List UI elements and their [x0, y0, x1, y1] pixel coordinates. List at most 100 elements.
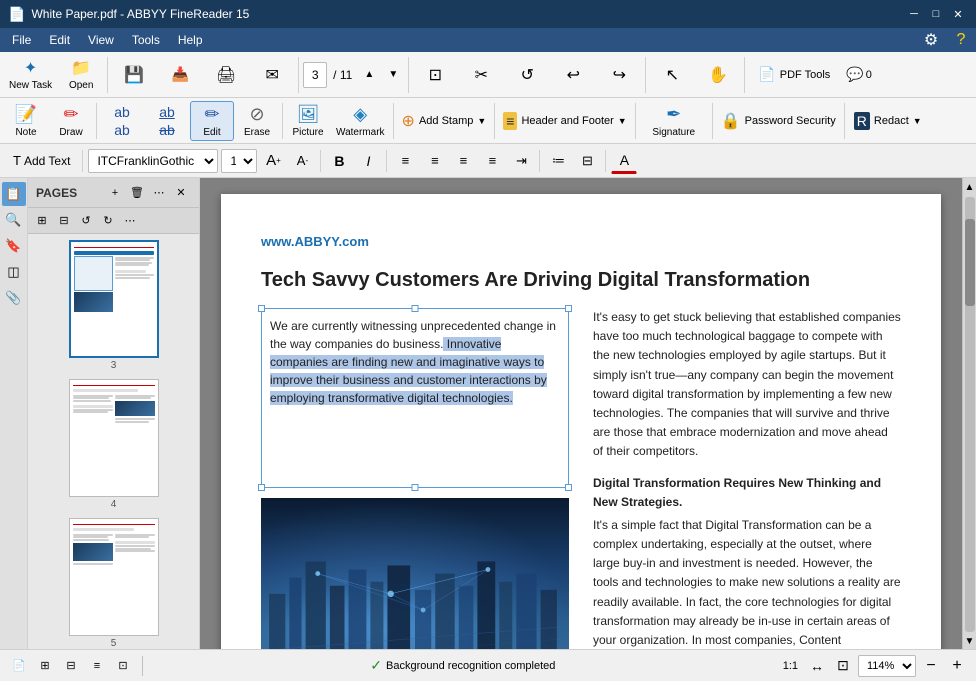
- scroll-up-button[interactable]: ▲: [963, 180, 976, 195]
- menu-view[interactable]: View: [80, 31, 122, 49]
- align-justify-button[interactable]: ≡: [479, 148, 505, 174]
- increase-font-button[interactable]: A+: [260, 148, 286, 174]
- open-button[interactable]: 📁 Open: [59, 55, 103, 95]
- sidebar-tool-3[interactable]: ↺: [76, 211, 96, 231]
- redo-button[interactable]: ↪: [597, 55, 641, 95]
- font-size-select[interactable]: 10: [221, 149, 257, 173]
- sidebar-tool-4[interactable]: ↻: [98, 211, 118, 231]
- text-format-2-button[interactable]: ab ab: [145, 101, 189, 141]
- watermark-icon: ◈: [353, 104, 367, 125]
- font-family-select[interactable]: ITCFranklinGothic: [88, 149, 218, 173]
- page-thumb-5[interactable]: 5: [32, 516, 195, 649]
- statusbar-icon-3[interactable]: ⊟: [60, 655, 82, 677]
- handle-bl[interactable]: [258, 484, 265, 491]
- sidebar-tool-2[interactable]: ⊟: [54, 211, 74, 231]
- handle-tr[interactable]: [565, 305, 572, 312]
- select-button[interactable]: ⊡: [413, 55, 457, 95]
- close-button[interactable]: ✕: [948, 4, 968, 24]
- decrease-font-button[interactable]: A-: [289, 148, 315, 174]
- handle-br[interactable]: [565, 484, 572, 491]
- menu-tools[interactable]: Tools: [124, 31, 168, 49]
- statusbar-icon-1[interactable]: 📄: [8, 655, 30, 677]
- undo-button[interactable]: ↩: [551, 55, 595, 95]
- search-icon[interactable]: 🔍: [2, 208, 26, 232]
- email-button[interactable]: ✉: [250, 55, 294, 95]
- minimize-button[interactable]: ─: [904, 4, 924, 24]
- erase-button[interactable]: ⊘ Erase: [235, 101, 279, 141]
- password-security-icon: 🔒: [721, 111, 741, 131]
- scroll-track[interactable]: [965, 197, 975, 632]
- numbered-list-button[interactable]: ⊟: [574, 148, 600, 174]
- redact-button[interactable]: R Redact ▼: [848, 101, 928, 141]
- sidebar-close-icon[interactable]: ✕: [171, 183, 191, 203]
- fit-width-icon[interactable]: ↔: [806, 655, 828, 677]
- statusbar-icon-2[interactable]: ⊞: [34, 655, 56, 677]
- sidebar-tool-more[interactable]: ⋯: [120, 211, 140, 231]
- handle-tl[interactable]: [258, 305, 265, 312]
- statusbar-icons: 📄 ⊞ ⊟ ≡ ⊡: [8, 655, 134, 677]
- text-format-1-button[interactable]: ab ab: [100, 101, 144, 141]
- align-left-button[interactable]: ≡: [392, 148, 418, 174]
- pdf-tools-button[interactable]: 📄 PDF Tools: [749, 55, 839, 95]
- save-as-button[interactable]: 📥: [158, 55, 202, 95]
- edit-button[interactable]: ✏ Edit: [190, 101, 234, 141]
- picture-button[interactable]: 🖼 Picture: [286, 101, 330, 141]
- menu-edit[interactable]: Edit: [41, 31, 78, 49]
- text-selection-box[interactable]: We are currently witnessing unprecedente…: [261, 308, 569, 488]
- page-thumb-4[interactable]: 4: [32, 377, 195, 512]
- page-thumb-3[interactable]: 3: [32, 238, 195, 373]
- scroll-down-button[interactable]: ▼: [963, 634, 976, 649]
- attachments-icon[interactable]: 📎: [2, 286, 26, 310]
- zoom-in-icon[interactable]: +: [946, 655, 968, 677]
- crop-button[interactable]: ✂: [459, 55, 503, 95]
- statusbar-icon-5[interactable]: ⊡: [112, 655, 134, 677]
- stamp-dropdown-icon: ▼: [477, 116, 486, 126]
- zoom-out-icon[interactable]: −: [920, 655, 942, 677]
- comments-button[interactable]: 💬 0: [841, 55, 877, 95]
- watermark-button[interactable]: ◈ Watermark: [331, 101, 390, 141]
- align-center-button[interactable]: ≡: [421, 148, 447, 174]
- add-stamp-button[interactable]: ⊕ Add Stamp ▼: [397, 101, 492, 141]
- note-button[interactable]: 📝 Note: [4, 101, 48, 141]
- sidebar-tool-1[interactable]: ⊞: [32, 211, 52, 231]
- fit-page-icon[interactable]: ⊡: [832, 655, 854, 677]
- add-text-button[interactable]: T Add Text: [6, 148, 77, 174]
- pages-icon[interactable]: 📋: [2, 182, 26, 206]
- handle-tm[interactable]: [412, 305, 419, 312]
- align-right-button[interactable]: ≡: [450, 148, 476, 174]
- bold-button[interactable]: B: [326, 148, 352, 174]
- indent-button[interactable]: ⇥: [508, 148, 534, 174]
- zoom-select[interactable]: 114%: [858, 655, 916, 677]
- hand-button[interactable]: ✋: [696, 55, 740, 95]
- maximize-button[interactable]: □: [926, 4, 946, 24]
- sidebar-more-icon[interactable]: ⋯: [149, 183, 169, 203]
- password-security-button[interactable]: 🔒 Password Security: [716, 101, 841, 141]
- layers-icon[interactable]: ◫: [2, 260, 26, 284]
- cursor-button[interactable]: ↖: [650, 55, 694, 95]
- document-area[interactable]: www.ABBYY.com Tech Savvy Customers Are D…: [200, 178, 962, 649]
- redact-dropdown-icon: ▼: [913, 116, 922, 126]
- italic-button[interactable]: I: [355, 148, 381, 174]
- sidebar-delete-icon[interactable]: 🗑: [127, 183, 147, 203]
- prev-page-button[interactable]: ▲: [358, 55, 380, 95]
- print-button[interactable]: 🖨: [204, 55, 248, 95]
- handle-bm[interactable]: [412, 484, 419, 491]
- scroll-thumb[interactable]: [965, 219, 975, 306]
- statusbar-icon-4[interactable]: ≡: [86, 655, 108, 677]
- signature-button[interactable]: ✒ Signature: [639, 101, 709, 141]
- right-scrollbar[interactable]: ▲ ▼: [962, 178, 976, 649]
- draw-button[interactable]: ✏ Draw: [49, 101, 93, 141]
- next-page-button[interactable]: ▼: [382, 55, 404, 95]
- rotate-ccw-button[interactable]: ↺: [505, 55, 549, 95]
- menu-file[interactable]: File: [4, 31, 39, 49]
- bookmarks-icon[interactable]: 🔖: [2, 234, 26, 258]
- save-button[interactable]: 💾: [112, 55, 156, 95]
- menu-help[interactable]: Help: [170, 31, 211, 49]
- help-icon[interactable]: ?: [950, 29, 972, 51]
- header-footer-button[interactable]: ≡ Header and Footer ▼: [498, 101, 631, 141]
- bullet-list-button[interactable]: ≔: [545, 148, 571, 174]
- new-task-button[interactable]: ✦ New Task: [4, 55, 57, 95]
- gear-icon[interactable]: ⚙: [920, 29, 942, 51]
- font-color-button[interactable]: A: [611, 148, 637, 174]
- sidebar-new-icon[interactable]: +: [105, 183, 125, 203]
